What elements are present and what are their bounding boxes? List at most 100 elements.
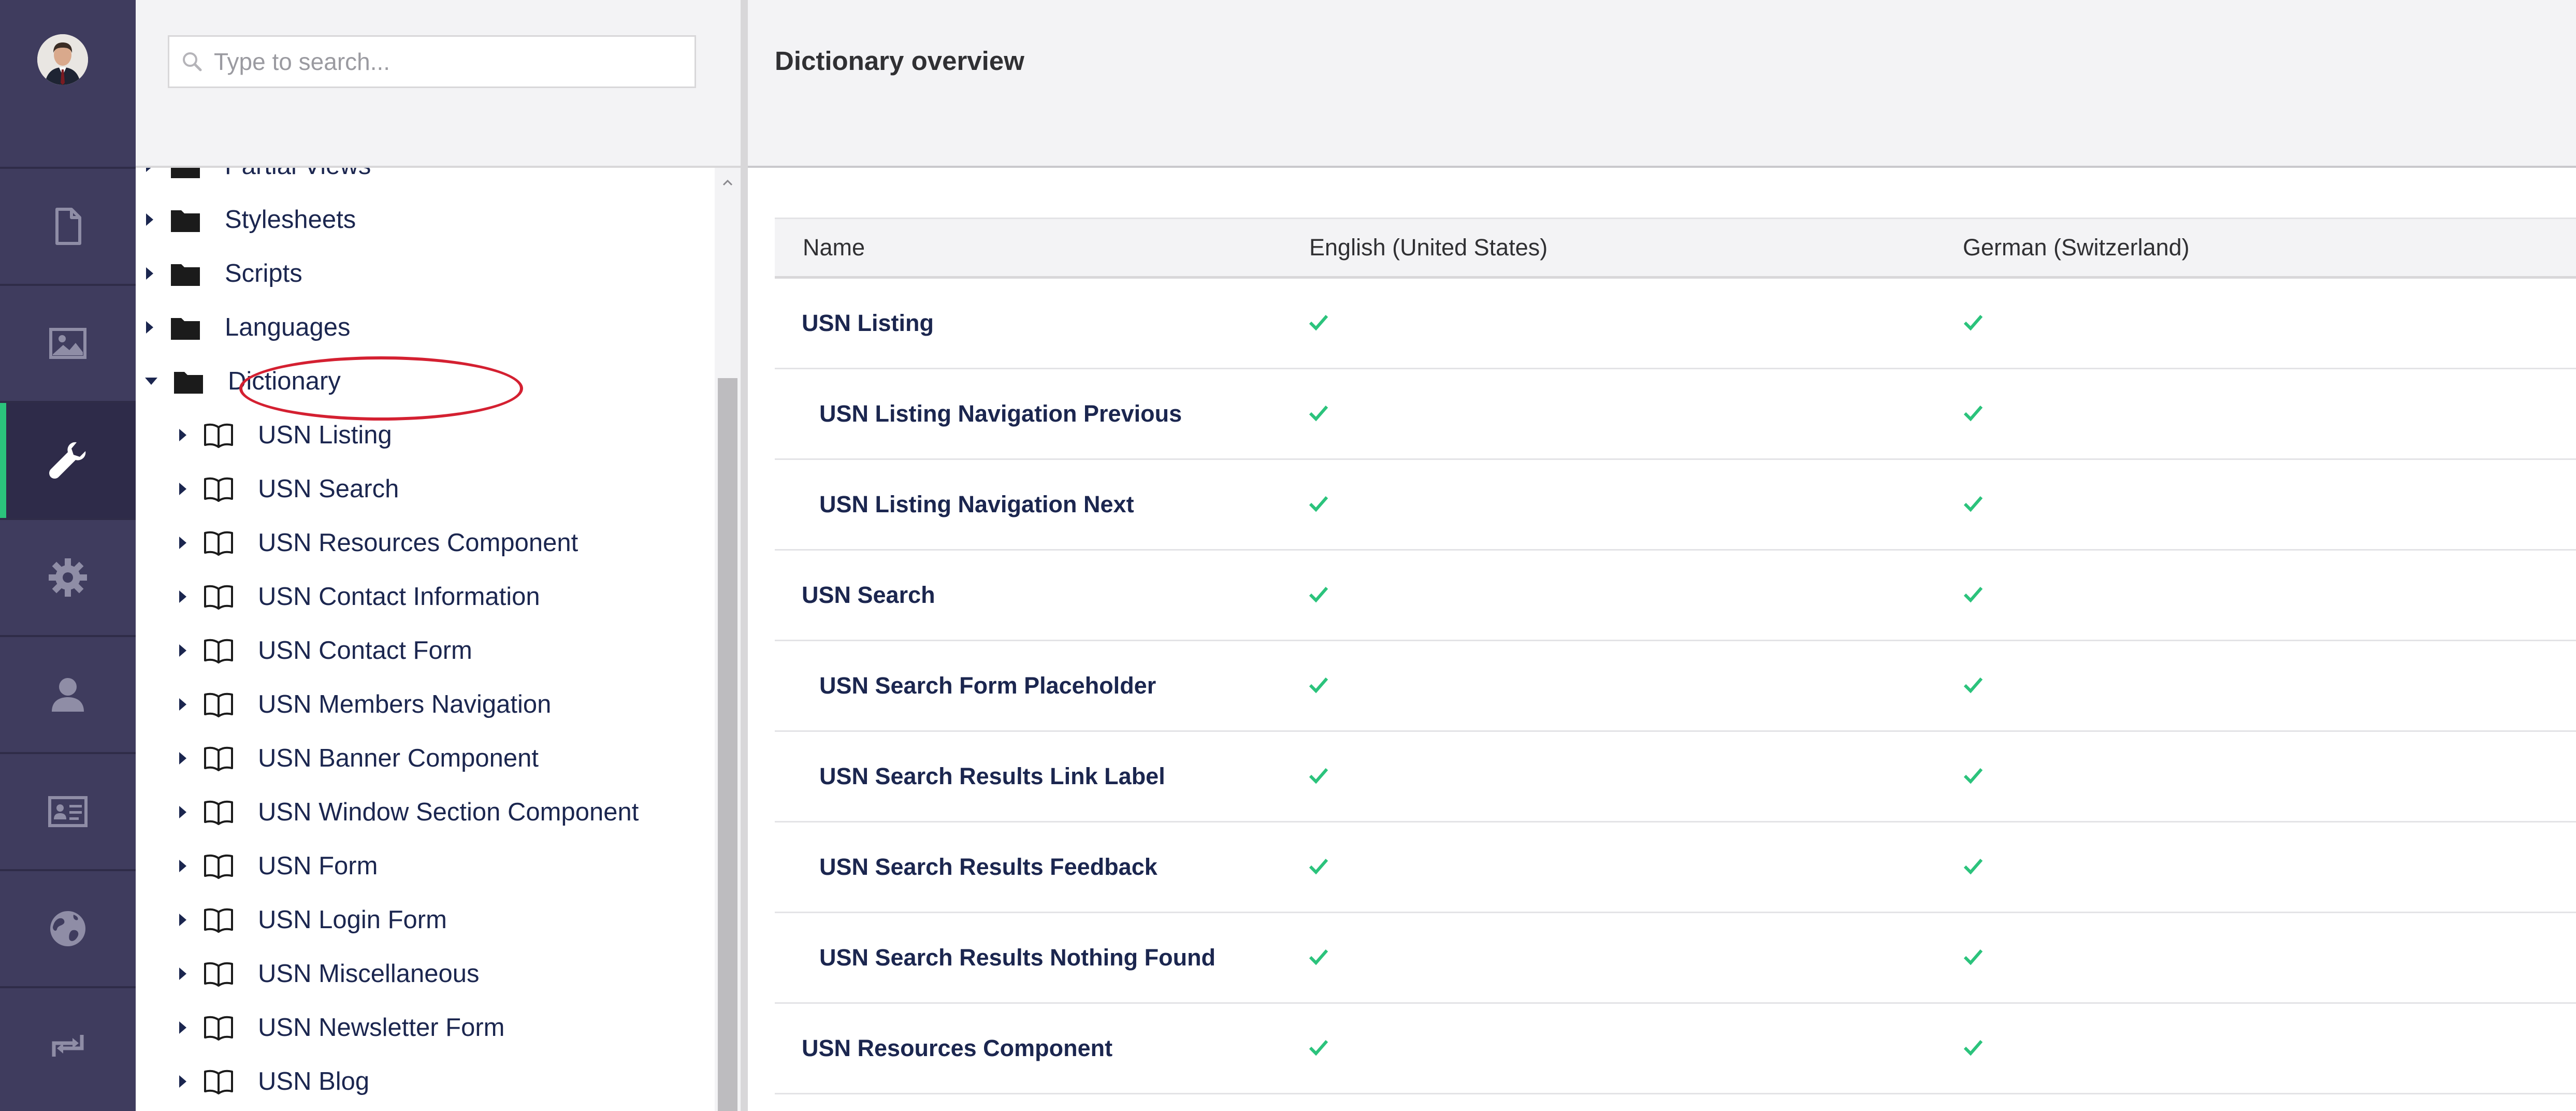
row-name[interactable]: USN Search Results Nothing Found — [819, 913, 1215, 1002]
book-icon — [204, 1070, 233, 1094]
tree-dictionary-item[interactable]: USN Members Navigation — [179, 677, 551, 731]
row-name[interactable]: USN Search Results Feedback — [819, 823, 1157, 912]
rail-members[interactable] — [0, 637, 136, 754]
row-name[interactable]: USN Listing Navigation Next — [819, 460, 1134, 549]
row-name[interactable]: USN Search — [802, 551, 935, 640]
expand-arrow-icon[interactable] — [179, 644, 186, 657]
expand-arrow-icon[interactable] — [179, 968, 186, 980]
tree-item-label: Stylesheets — [225, 206, 356, 234]
expand-arrow-icon[interactable] — [179, 1075, 186, 1088]
contact-card-icon — [48, 796, 88, 827]
globe-icon — [50, 911, 85, 946]
check-icon — [1309, 496, 1328, 512]
check-icon — [1963, 496, 1983, 512]
column-header-name: Name — [803, 234, 865, 261]
rail-content[interactable] — [0, 169, 136, 286]
book-icon — [204, 585, 233, 610]
check-icon — [1309, 587, 1328, 603]
rail-settings-active[interactable] — [0, 403, 136, 520]
expand-arrow-icon[interactable] — [179, 1021, 186, 1034]
tree-item-label: USN Contact Form — [258, 637, 472, 665]
check-icon — [1963, 949, 1983, 965]
row-name[interactable]: USN Listing Navigation Previous — [819, 369, 1182, 458]
tree-dictionary-item[interactable]: USN Search — [179, 462, 399, 516]
tree-dictionary-item[interactable]: USN Resources Component — [179, 516, 578, 570]
tree-dictionary-item[interactable]: USN Blog — [179, 1055, 369, 1108]
expand-arrow-icon[interactable] — [179, 537, 186, 549]
tree-folder-languages[interactable]: Languages — [146, 300, 351, 354]
tree-dictionary-item[interactable]: USN Miscellaneous — [179, 947, 480, 1001]
expand-arrow-icon[interactable] — [179, 483, 186, 495]
tree-dictionary-item[interactable]: USN Banner Component — [179, 731, 539, 785]
tree-dictionary-item[interactable]: USN Contact Form — [179, 624, 472, 677]
check-icon — [1963, 315, 1983, 331]
page-title: Dictionary overview — [775, 46, 1024, 76]
expand-arrow-icon[interactable] — [146, 267, 153, 280]
tree-item-label: USN Resources Component — [258, 529, 578, 557]
expand-arrow-icon[interactable] — [146, 321, 153, 334]
rail-translation[interactable] — [0, 871, 136, 988]
avatar-area — [0, 0, 136, 169]
tree-item-label: USN Newsletter Form — [258, 1014, 505, 1042]
table-row[interactable]: USN Search Form Placeholder — [775, 641, 2576, 732]
folder-icon — [171, 168, 200, 178]
scroll-up-arrow-icon[interactable] — [722, 177, 733, 189]
user-icon — [52, 678, 84, 712]
tree-folder-stylesheets[interactable]: Stylesheets — [146, 193, 356, 247]
rail-deploy[interactable] — [0, 988, 136, 1103]
tree-folder-scripts[interactable]: Scripts — [146, 247, 302, 300]
expand-arrow-icon[interactable] — [179, 698, 186, 711]
check-icon — [1309, 315, 1328, 331]
tree-scrollbar[interactable] — [715, 168, 741, 1111]
row-name[interactable]: USN Search Form Placeholder — [819, 641, 1156, 730]
table-row[interactable]: USN Search — [775, 551, 2576, 641]
expand-arrow-icon[interactable] — [179, 914, 186, 926]
expand-arrow-icon[interactable] — [146, 213, 153, 226]
search-input[interactable] — [213, 47, 694, 76]
column-header-english: English (United States) — [1309, 234, 1548, 261]
tree-dictionary-item[interactable]: USN Newsletter Form — [179, 1001, 504, 1055]
tree-dictionary-item[interactable]: USN Login Form — [179, 893, 447, 947]
table-row[interactable]: USN Search Results Link Label — [775, 732, 2576, 823]
check-icon — [1309, 949, 1328, 965]
row-name[interactable]: USN Search Results Link Label — [819, 732, 1165, 821]
expand-arrow-icon[interactable] — [179, 752, 186, 764]
tree-dictionary-item[interactable]: USN Contact Information — [179, 570, 540, 624]
tree-item-label: Languages — [225, 313, 351, 341]
rail-configuration[interactable] — [0, 520, 136, 637]
table-row[interactable]: USN Search Results Nothing Found — [775, 913, 2576, 1004]
table-row[interactable]: USN Resources Component — [775, 1004, 2576, 1094]
rail-media[interactable] — [0, 286, 136, 403]
book-icon — [204, 639, 233, 663]
book-icon — [204, 962, 233, 987]
user-avatar[interactable] — [37, 34, 88, 85]
tree-dictionary-item[interactable]: USN Listing — [179, 408, 392, 462]
tree-dictionary-item[interactable]: USN Form — [179, 839, 378, 893]
expand-arrow-icon[interactable] — [179, 429, 186, 441]
row-name[interactable]: USN Listing — [802, 279, 934, 368]
tree-item-label: USN Contact Information — [258, 583, 540, 611]
rail-contacts[interactable] — [0, 754, 136, 871]
check-icon — [1963, 677, 1983, 694]
table-row[interactable]: USN Listing — [775, 279, 2576, 369]
check-icon — [1963, 406, 1983, 422]
check-icon — [1963, 1040, 1983, 1056]
expand-arrow-icon[interactable] — [146, 168, 153, 172]
tree-item-label: USN Form — [258, 852, 378, 880]
check-icon — [1963, 768, 1983, 784]
search-icon — [183, 52, 202, 71]
expand-arrow-icon[interactable] — [179, 590, 186, 603]
table-row[interactable]: USN Search Results Feedback — [775, 823, 2576, 913]
tree-dictionary-item[interactable]: USN Window Section Component — [179, 785, 639, 839]
tree-folder-partial-views[interactable]: Partial Views — [146, 168, 371, 193]
expand-arrow-icon[interactable] — [179, 806, 186, 818]
table-row[interactable]: USN Listing Navigation Next — [775, 460, 2576, 551]
main-content: Dictionary overview Name English (United… — [748, 0, 2576, 1111]
row-name[interactable]: USN Resources Component — [802, 1004, 1112, 1093]
scrollbar-thumb[interactable] — [718, 378, 737, 1111]
search-box[interactable] — [168, 35, 696, 88]
collapse-arrow-icon[interactable] — [145, 378, 157, 385]
expand-arrow-icon[interactable] — [179, 860, 186, 872]
tree-folder-dictionary[interactable]: Dictionary — [145, 354, 341, 408]
table-row[interactable]: USN Listing Navigation Previous — [775, 369, 2576, 460]
